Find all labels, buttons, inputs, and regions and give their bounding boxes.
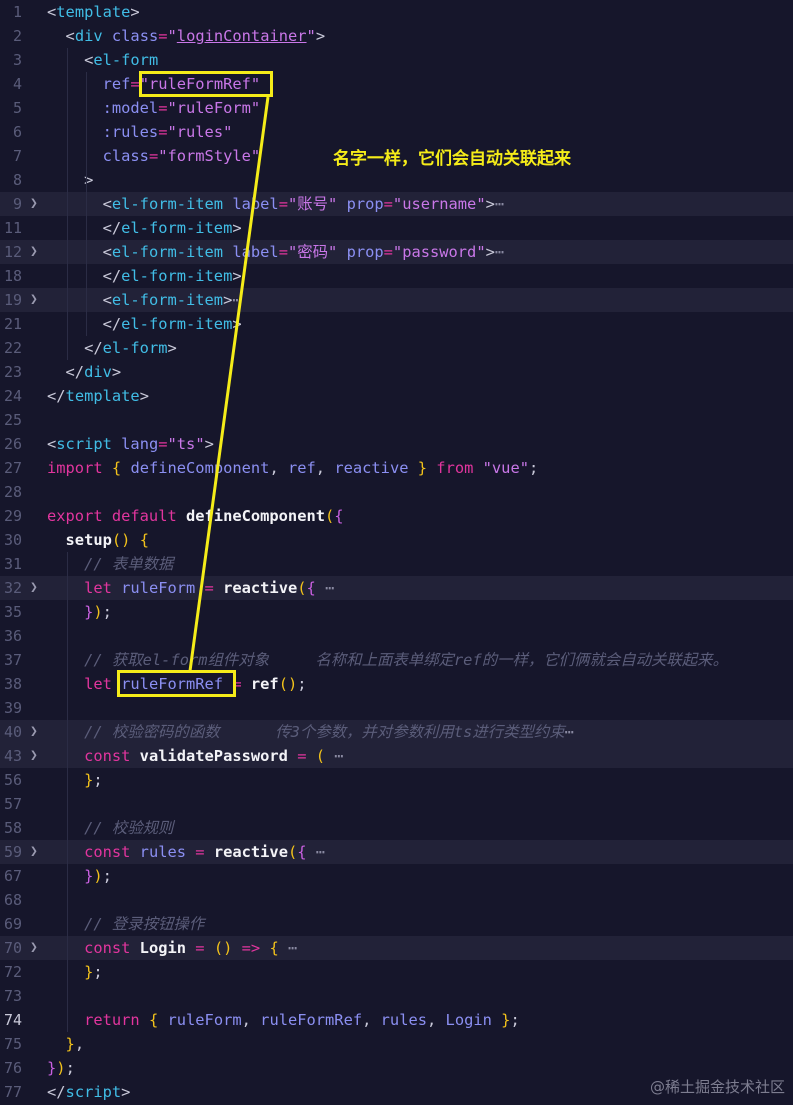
- annotation-note: 名字一样，它们会自动关联起来: [333, 149, 571, 169]
- watermark: @稀土掘金技术社区: [649, 1078, 785, 1096]
